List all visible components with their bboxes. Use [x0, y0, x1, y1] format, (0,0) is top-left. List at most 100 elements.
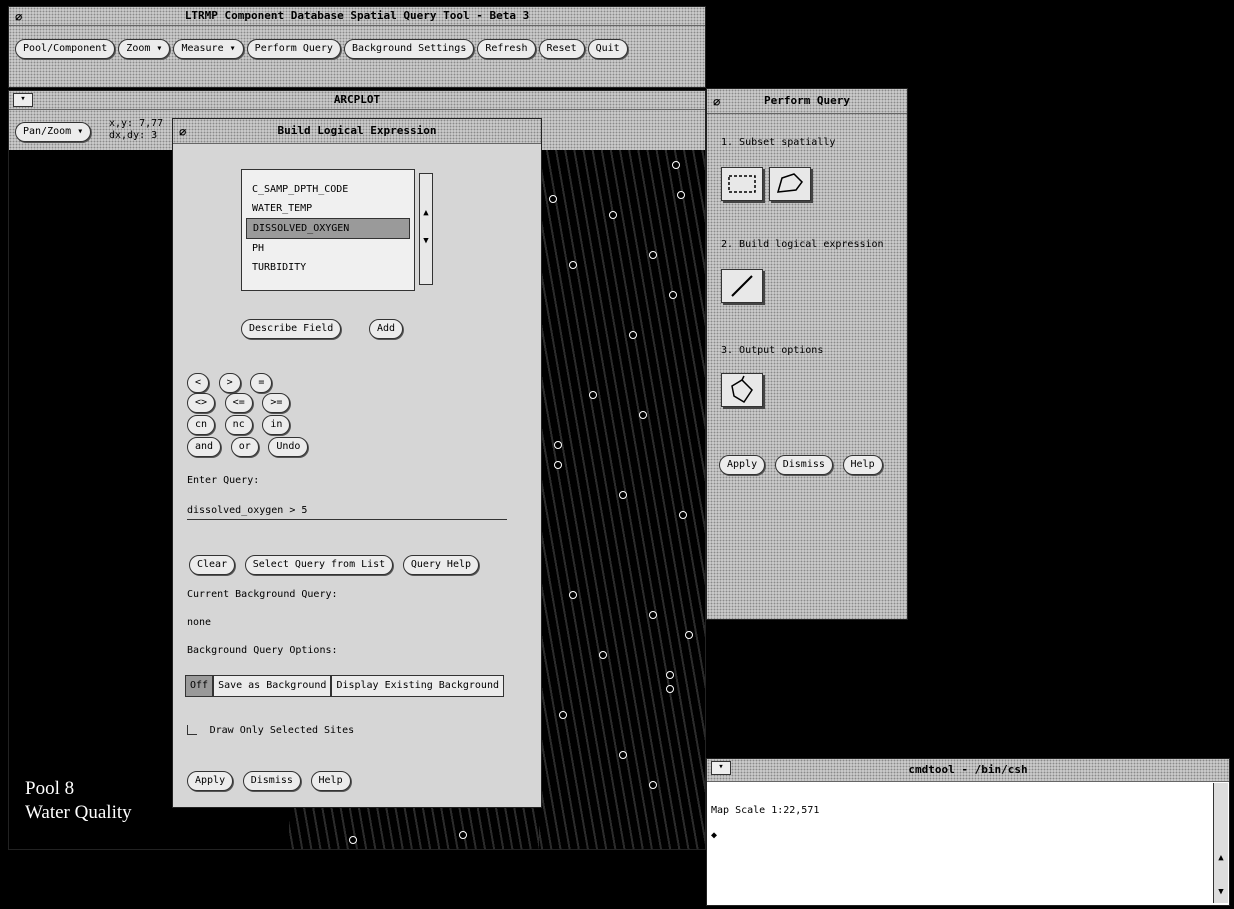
measure-menu-button[interactable]: Measure ▾ — [173, 39, 244, 59]
select-query-from-list-button[interactable]: Select Query from List — [244, 555, 394, 575]
refresh-button[interactable]: Refresh — [477, 39, 536, 59]
main-window: ⌀ LTRMP Component Database Spatial Query… — [8, 6, 706, 88]
pan-zoom-menu-button[interactable]: Pan/Zoom ▾ — [15, 122, 92, 142]
equals-button[interactable]: = — [250, 373, 273, 393]
terminal-scrollbar[interactable]: ▲ ▼ — [1213, 783, 1228, 903]
add-button[interactable]: Add — [369, 319, 404, 339]
clear-button[interactable]: Clear — [189, 555, 236, 575]
field-list-item[interactable]: TURBIDITY — [242, 258, 414, 277]
greater-than-button[interactable]: > — [218, 373, 241, 393]
site-marker[interactable] — [459, 831, 467, 839]
field-list-item[interactable]: PH — [242, 239, 414, 258]
pushpin-icon[interactable]: ⌀ — [713, 90, 720, 114]
site-marker[interactable] — [666, 685, 674, 693]
build-expression-button[interactable] — [721, 269, 763, 303]
pushpin-icon[interactable]: ⌀ — [15, 8, 22, 26]
bg-option-display[interactable]: Display Existing Background — [331, 675, 504, 697]
site-marker[interactable] — [649, 781, 657, 789]
less-than-button[interactable]: < — [187, 373, 210, 393]
operator-row-2: <> <= >= — [187, 393, 293, 413]
bg-option-off[interactable]: Off — [185, 675, 214, 697]
site-marker[interactable] — [677, 191, 685, 199]
field-list-item-selected[interactable]: DISSOLVED_OXYGEN — [246, 218, 410, 239]
less-equal-button[interactable]: <= — [224, 393, 253, 413]
coords-dxdy: dx,dy: 3 — [109, 130, 158, 141]
not-equal-button[interactable]: <> — [187, 393, 216, 413]
scroll-down-icon[interactable]: ▼ — [1214, 887, 1228, 897]
perform-query-button[interactable]: Perform Query — [246, 39, 341, 59]
query-input[interactable]: dissolved_oxygen > 5 — [187, 503, 507, 520]
pushpin-icon[interactable]: ⌀ — [179, 120, 186, 144]
map-caption-subject: Water Quality — [25, 802, 132, 823]
greater-equal-button[interactable]: >= — [262, 393, 291, 413]
map-canvas[interactable] — [529, 150, 705, 849]
quit-button[interactable]: Quit — [587, 39, 628, 59]
site-marker[interactable] — [666, 671, 674, 679]
not-contains-button[interactable]: nc — [224, 415, 253, 435]
site-marker[interactable] — [569, 261, 577, 269]
site-marker[interactable] — [672, 161, 680, 169]
site-marker[interactable] — [679, 511, 687, 519]
site-marker[interactable] — [559, 711, 567, 719]
dismiss-button[interactable]: Dismiss — [242, 771, 301, 791]
arcplot-titlebar: ▾ ARCPLOT — [9, 91, 705, 110]
pan-zoom-label: Pan/Zoom — [23, 126, 72, 137]
site-marker[interactable] — [685, 631, 693, 639]
background-options-selector: Off Save as Background Display Existing Ba… — [185, 675, 504, 697]
site-marker[interactable] — [569, 591, 577, 599]
output-options-button[interactable] — [721, 373, 763, 407]
background-settings-button[interactable]: Background Settings — [343, 39, 475, 59]
apply-button[interactable]: Apply — [187, 771, 234, 791]
bg-option-save[interactable]: Save as Background — [213, 675, 332, 697]
site-marker[interactable] — [554, 441, 562, 449]
apply-button[interactable]: Apply — [719, 455, 766, 475]
help-button[interactable]: Help — [842, 455, 883, 475]
build-expression-titlebar: ⌀ Build Logical Expression — [173, 119, 541, 144]
window-menu-button[interactable]: ▾ — [13, 93, 33, 107]
undo-button[interactable]: Undo — [268, 437, 309, 457]
zoom-menu-button[interactable]: Zoom ▾ — [118, 39, 171, 59]
or-button[interactable]: or — [230, 437, 259, 457]
scroll-up-icon[interactable]: ▲ — [420, 208, 432, 218]
site-marker[interactable] — [639, 411, 647, 419]
pool-component-button[interactable]: Pool/Component — [15, 39, 116, 59]
help-button[interactable]: Help — [310, 771, 351, 791]
site-marker[interactable] — [554, 461, 562, 469]
site-marker[interactable] — [599, 651, 607, 659]
site-marker[interactable] — [609, 211, 617, 219]
describe-field-button[interactable]: Describe Field — [241, 319, 342, 339]
terminal-area[interactable]: Map Scale 1:22,571 ◆ — [711, 785, 1209, 901]
scroll-down-icon[interactable]: ▼ — [420, 236, 432, 246]
dismiss-button[interactable]: Dismiss — [774, 455, 833, 475]
site-marker[interactable] — [629, 331, 637, 339]
query-help-button[interactable]: Query Help — [402, 555, 480, 575]
field-list[interactable]: C_SAMP_DPTH_CODE WATER_TEMP DISSOLVED_OX… — [241, 169, 415, 291]
site-marker[interactable] — [649, 611, 657, 619]
cmdtool-title: cmdtool - /bin/csh — [908, 763, 1028, 776]
polygon-select-button[interactable] — [769, 167, 811, 201]
field-list-item[interactable]: WATER_TEMP — [242, 199, 414, 218]
site-marker[interactable] — [619, 491, 627, 499]
draw-only-checkbox[interactable] — [187, 725, 197, 735]
site-marker[interactable] — [649, 251, 657, 259]
scroll-up-icon[interactable]: ▲ — [1214, 853, 1228, 863]
draw-only-row: Draw Only Selected Sites — [187, 723, 354, 736]
in-button[interactable]: in — [262, 415, 291, 435]
site-marker[interactable] — [589, 391, 597, 399]
window-menu-button[interactable]: ▾ — [711, 761, 731, 775]
background-options-label: Background Query Options: — [187, 645, 338, 656]
contains-button[interactable]: cn — [187, 415, 216, 435]
field-list-item[interactable]: C_SAMP_DPTH_CODE — [242, 180, 414, 199]
site-marker[interactable] — [669, 291, 677, 299]
reset-button[interactable]: Reset — [538, 39, 585, 59]
paint-bucket-icon — [731, 375, 753, 404]
site-marker[interactable] — [619, 751, 627, 759]
operator-row-4: and or Undo — [187, 437, 311, 457]
query-actions: Clear Select Query from List Query Help — [189, 555, 482, 575]
and-button[interactable]: and — [187, 437, 222, 457]
pencil-icon — [731, 275, 753, 297]
field-list-scrollbar[interactable]: ▲ ▼ — [419, 173, 433, 285]
rect-select-button[interactable] — [721, 167, 763, 201]
site-marker[interactable] — [549, 195, 557, 203]
site-marker[interactable] — [349, 836, 357, 844]
